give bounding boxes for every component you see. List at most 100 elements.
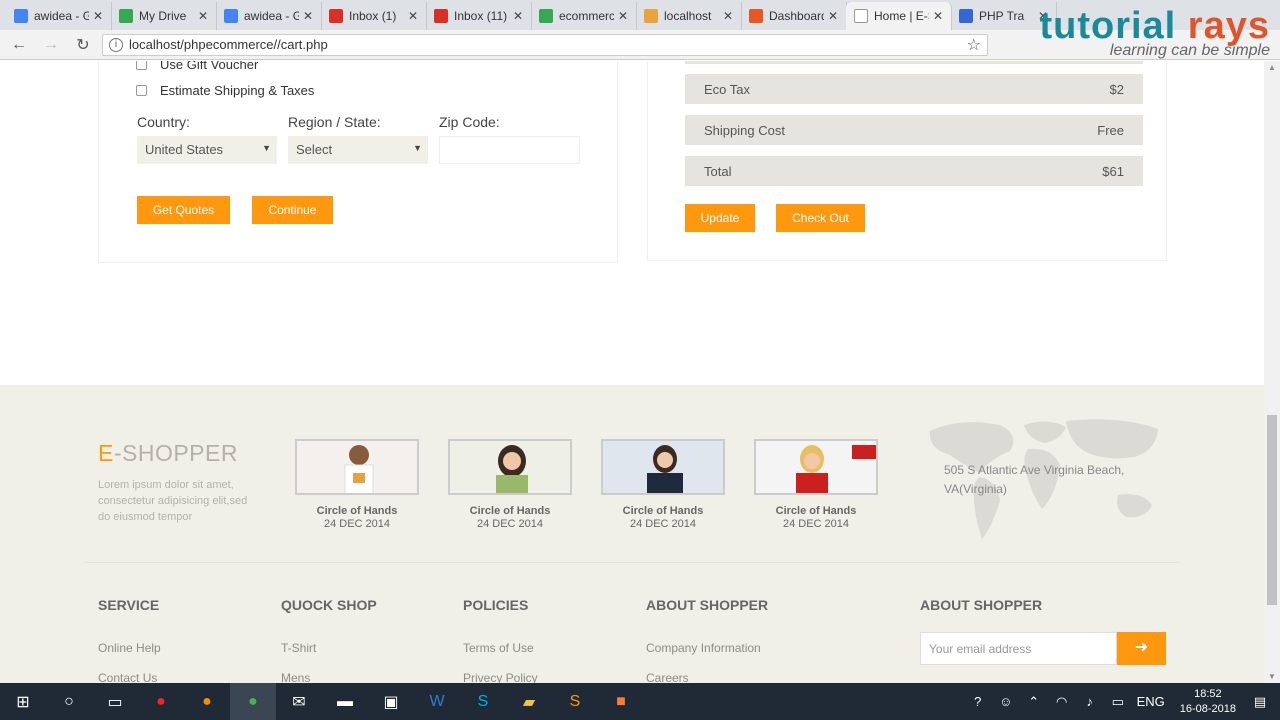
app-icon[interactable]: ■ xyxy=(598,683,644,720)
close-icon[interactable]: ✕ xyxy=(513,9,523,23)
watermark-logo: tutorial rays learning can be simple xyxy=(1039,6,1270,60)
terminal-icon[interactable]: ▬ xyxy=(322,683,368,720)
browser-tab[interactable]: awidea - Go✕ xyxy=(216,2,322,30)
browser-tab[interactable]: Inbox (1) ✕ xyxy=(321,2,427,30)
footer-link[interactable]: Careers xyxy=(646,671,768,683)
gift-voucher-option[interactable]: Use Gift Voucher xyxy=(136,61,258,72)
footer-column-quick-shop: QUOCK SHOP T-Shirt Mens xyxy=(281,597,377,683)
close-icon[interactable]: ✕ xyxy=(723,9,733,23)
mail-icon[interactable]: ✉ xyxy=(276,683,322,720)
browser-tab[interactable]: Dashboard ✕ xyxy=(741,2,847,30)
info-icon[interactable]: i xyxy=(109,37,123,52)
people-icon[interactable]: ☺ xyxy=(994,694,1018,709)
checkout-button[interactable]: Check Out xyxy=(776,204,865,232)
footer-link[interactable]: T-Shirt xyxy=(281,641,377,655)
phpmyadmin-icon xyxy=(644,9,658,23)
close-icon[interactable]: ✕ xyxy=(618,9,628,23)
store-icon[interactable]: ▣ xyxy=(368,683,414,720)
footer-link[interactable]: Privecy Policy xyxy=(463,671,538,683)
battery-icon[interactable]: ▭ xyxy=(1106,694,1130,710)
region-select[interactable]: Select ▼ xyxy=(288,136,428,164)
scrollbar-thumb[interactable] xyxy=(1267,415,1277,605)
browser-tab-active[interactable]: Home | E-Shopper✕ xyxy=(846,2,952,30)
close-icon[interactable]: ✕ xyxy=(408,9,418,23)
volume-icon[interactable]: ♪ xyxy=(1078,694,1102,709)
subscribe-button[interactable]: ➜ xyxy=(1117,632,1166,665)
help-icon[interactable]: ? xyxy=(966,694,990,709)
continue-button[interactable]: Continue xyxy=(252,196,333,224)
browser-tab[interactable]: Inbox (11) ✕ xyxy=(426,2,532,30)
summary-row: Eco Tax $2 xyxy=(685,74,1143,104)
opera-icon[interactable]: ● xyxy=(138,683,184,720)
browser-tab[interactable]: localhost ✕ xyxy=(636,2,742,30)
word-icon[interactable]: W xyxy=(414,683,460,720)
close-icon[interactable]: ✕ xyxy=(933,9,943,23)
skype-icon[interactable]: S xyxy=(460,683,506,720)
browser-tab[interactable]: ecommerce✕ xyxy=(531,2,637,30)
search-icon[interactable]: ○ xyxy=(46,683,92,720)
logo-brand-a: tutorial xyxy=(1039,5,1188,47)
footer-link[interactable]: Contact Us xyxy=(98,671,161,683)
footer-link[interactable]: Terms of Use xyxy=(463,641,538,655)
video-item[interactable]: Circle of Hands 24 DEC 2014 xyxy=(295,439,419,530)
update-button[interactable]: Update xyxy=(685,204,755,232)
logo-brand-b: rays xyxy=(1187,5,1270,47)
back-icon[interactable]: ← xyxy=(6,36,32,54)
arrow-circle-right-icon: ➜ xyxy=(1134,639,1149,656)
firefox-icon[interactable]: ● xyxy=(184,683,230,720)
browser-tab[interactable]: My Drive ✕ xyxy=(111,2,217,30)
chevron-up-icon[interactable]: ⌃ xyxy=(1022,694,1046,710)
video-thumbnail[interactable] xyxy=(754,439,878,495)
footer-link[interactable]: Company Information xyxy=(646,641,768,655)
browser-tab[interactable]: awidea - Go✕ xyxy=(6,2,112,30)
footer-divider xyxy=(84,562,1180,563)
footer-blurb: Lorem ipsum dolor sit amet, consectetur … xyxy=(98,479,248,523)
file-explorer-icon[interactable]: ▰ xyxy=(506,683,552,720)
windows-start-icon[interactable]: ⊞ xyxy=(0,683,46,720)
video-thumbnail[interactable] xyxy=(448,439,572,495)
scroll-up-icon[interactable]: ▲ xyxy=(1268,63,1276,72)
summary-row: Shipping Cost Free xyxy=(685,115,1143,145)
footer-column-service: SERVICE Online Help Contact Us xyxy=(98,597,161,683)
wifi-icon[interactable]: ◠ xyxy=(1050,694,1074,710)
video-thumbnail[interactable] xyxy=(295,439,419,495)
cart-summary-panel: Eco Tax $2 Shipping Cost Free Total $61 Upd… xyxy=(647,61,1167,261)
video-item[interactable]: Circle of Hands 24 DEC 2014 xyxy=(754,439,878,530)
video-item[interactable]: Circle of Hands 24 DEC 2014 xyxy=(448,439,572,530)
footer-brand[interactable]: E-SHOPPER xyxy=(98,440,238,467)
page-icon xyxy=(854,9,868,23)
video-thumbnail[interactable] xyxy=(601,439,725,495)
country-select[interactable]: United States ▼ xyxy=(137,136,277,164)
close-icon[interactable]: ✕ xyxy=(828,9,838,23)
video-item[interactable]: Circle of Hands 24 DEC 2014 xyxy=(601,439,725,530)
task-view-icon[interactable]: ▭ xyxy=(92,683,138,720)
bookmark-star-icon[interactable]: ☆ xyxy=(967,35,981,55)
forward-icon[interactable]: → xyxy=(38,36,64,54)
footer-link[interactable]: Online Help xyxy=(98,641,161,655)
scroll-down-icon[interactable]: ▼ xyxy=(1268,672,1276,681)
footer-top: E-SHOPPER Lorem ipsum dolor sit amet, co… xyxy=(0,385,1264,565)
close-icon[interactable]: ✕ xyxy=(93,9,103,23)
address-bar[interactable]: i localhost/phpecommerce//cart.php ☆ xyxy=(102,33,988,56)
checkbox[interactable] xyxy=(136,61,147,70)
footer-link[interactable]: Mens xyxy=(281,671,377,683)
email-input[interactable]: Your email address xyxy=(920,632,1117,665)
footer-column-about: ABOUT SHOPPER Company Information Career… xyxy=(646,597,769,683)
reload-icon[interactable]: ↻ xyxy=(70,35,96,55)
language-indicator[interactable]: ENG xyxy=(1134,694,1168,709)
summary-row-clipped xyxy=(685,61,1143,64)
page-scrollbar[interactable]: ▲ ▼ xyxy=(1264,61,1280,683)
windows-taskbar: ⊞ ○ ▭ ● ● ● ✉ ▬ ▣ W S ▰ S ■ ? ☺ ⌃ ◠ ♪ ▭ … xyxy=(0,683,1280,720)
close-icon[interactable]: ✕ xyxy=(303,9,313,23)
system-tray: ? ☺ ⌃ ◠ ♪ ▭ ENG 18:52 16-08-2018 ▤ xyxy=(964,683,1280,720)
person-thumbnail-image xyxy=(450,441,570,493)
close-icon[interactable]: ✕ xyxy=(198,9,208,23)
zip-input[interactable] xyxy=(439,136,580,164)
chrome-icon[interactable]: ● xyxy=(230,683,276,720)
estimate-shipping-option[interactable]: Estimate Shipping & Taxes xyxy=(136,83,314,98)
taskbar-clock[interactable]: 18:52 16-08-2018 xyxy=(1180,687,1236,717)
notifications-icon[interactable]: ▤ xyxy=(1248,694,1272,710)
get-quotes-button[interactable]: Get Quotes xyxy=(137,196,230,224)
sublime-icon[interactable]: S xyxy=(552,683,598,720)
checkbox[interactable] xyxy=(136,85,147,96)
